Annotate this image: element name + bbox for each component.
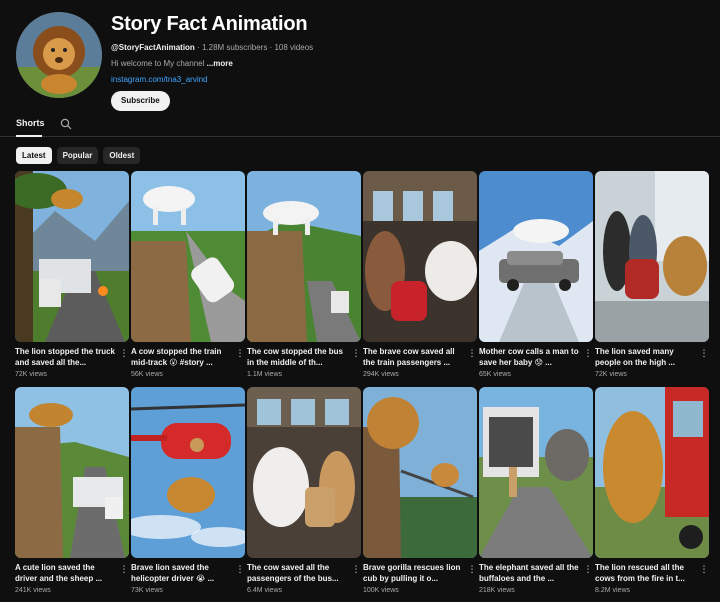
- lion-people-thumbnail: [595, 171, 709, 342]
- cow-bus-thumbnail: [247, 171, 361, 342]
- tab-shorts[interactable]: Shorts: [16, 118, 45, 128]
- subscribe-button[interactable]: Subscribe: [111, 91, 170, 111]
- lion-truck-thumbnail: [15, 171, 129, 342]
- lion-truck-sheep-thumbnail: [15, 387, 129, 558]
- short-thumbnail[interactable]: [363, 387, 477, 558]
- short-views: 56K views: [131, 371, 163, 378]
- channel-link[interactable]: instagram.com/tna3_arvind: [111, 75, 313, 85]
- short-card[interactable]: The lion stopped the truck and saved all…: [15, 171, 129, 379]
- short-thumbnail[interactable]: [595, 171, 709, 342]
- short-views: 294K views: [363, 371, 399, 378]
- more-vert-icon[interactable]: ⋮: [351, 347, 361, 359]
- short-title[interactable]: The lion stopped the truck and saved all…: [15, 346, 129, 368]
- short-views: 8.2M views: [595, 587, 631, 594]
- short-title[interactable]: Brave lion saved the helicopter driver 😭…: [131, 562, 245, 584]
- more-vert-icon[interactable]: ⋮: [351, 563, 361, 575]
- chip-popular[interactable]: Popular: [56, 147, 99, 164]
- channel-info: Story Fact Animation @StoryFactAnimation…: [111, 12, 313, 111]
- channel-name: Story Fact Animation: [111, 13, 308, 35]
- short-title[interactable]: The cow saved all the passengers of the …: [247, 562, 361, 584]
- channel-avatar[interactable]: [16, 12, 102, 98]
- more-vert-icon[interactable]: ⋮: [699, 563, 709, 575]
- chip-latest[interactable]: Latest: [16, 147, 52, 164]
- more-link[interactable]: ...more: [207, 59, 233, 68]
- short-title[interactable]: The cow stopped the bus in the middle of…: [247, 346, 361, 368]
- short-thumbnail[interactable]: [247, 387, 361, 558]
- short-card[interactable]: Mother cow calls a man to save her baby …: [479, 171, 593, 379]
- lion-fire-truck-thumbnail: [595, 387, 709, 558]
- video-count: 108 videos: [274, 43, 314, 52]
- short-title[interactable]: Mother cow calls a man to save her baby …: [479, 346, 593, 368]
- meta-separator: ·: [269, 43, 273, 52]
- cow-train-passengers-thumbnail: [363, 171, 477, 342]
- short-card[interactable]: Brave lion saved the helicopter driver 😭…: [131, 387, 245, 595]
- cow-bus-passengers-thumbnail: [247, 387, 361, 558]
- short-views: 1.1M views: [247, 371, 283, 378]
- tab-active-indicator: [16, 135, 42, 137]
- short-thumbnail[interactable]: [247, 171, 361, 342]
- short-title[interactable]: The elephant saved all the buffaloes and…: [479, 562, 593, 584]
- short-card[interactable]: A cute lion saved the driver and the she…: [15, 387, 129, 595]
- short-title[interactable]: The brave cow saved all the train passen…: [363, 346, 477, 368]
- more-vert-icon[interactable]: ⋮: [699, 347, 709, 359]
- elephant-buffaloes-thumbnail: [479, 387, 593, 558]
- short-views: 218K views: [479, 587, 515, 594]
- short-thumbnail[interactable]: [15, 171, 129, 342]
- short-thumbnail[interactable]: [363, 171, 477, 342]
- search-icon[interactable]: [60, 118, 72, 130]
- short-views: 6.4M views: [247, 587, 283, 594]
- channel-header: Story Fact Animation @StoryFactAnimation…: [16, 12, 706, 111]
- lion-helicopter-thumbnail: [131, 387, 245, 558]
- more-vert-icon[interactable]: ⋮: [583, 563, 593, 575]
- sort-chips: Latest Popular Oldest: [16, 145, 145, 164]
- more-vert-icon[interactable]: ⋮: [467, 347, 477, 359]
- short-title[interactable]: The lion saved many people on the high .…: [595, 346, 709, 368]
- more-vert-icon[interactable]: ⋮: [235, 563, 245, 575]
- short-card[interactable]: The cow saved all the passengers of the …: [247, 387, 361, 595]
- short-title[interactable]: A cute lion saved the driver and the she…: [15, 562, 129, 584]
- subscriber-count: 1.28M subscribers: [201, 43, 268, 52]
- short-thumbnail[interactable]: [15, 387, 129, 558]
- short-views: 100K views: [363, 587, 399, 594]
- short-thumbnail[interactable]: [479, 171, 593, 342]
- short-views: 72K views: [595, 371, 627, 378]
- short-card[interactable]: A cow stopped the train mid-track 😮 #sto…: [131, 171, 245, 379]
- channel-tabs: Shorts: [0, 113, 720, 137]
- short-thumbnail[interactable]: [131, 171, 245, 342]
- short-card[interactable]: The lion rescued all the cows from the f…: [595, 387, 709, 595]
- short-thumbnail[interactable]: [131, 387, 245, 558]
- short-thumbnail[interactable]: [595, 387, 709, 558]
- short-card[interactable]: The brave cow saved all the train passen…: [363, 171, 477, 379]
- chip-oldest[interactable]: Oldest: [103, 147, 141, 164]
- cow-train-thumbnail: [131, 171, 245, 342]
- channel-description[interactable]: Hi welcome to My channel ...more: [111, 59, 313, 69]
- short-title[interactable]: The lion rescued all the cows from the f…: [595, 562, 709, 584]
- channel-handle: @StoryFactAnimation: [111, 43, 195, 52]
- short-card[interactable]: The elephant saved all the buffaloes and…: [479, 387, 593, 595]
- short-views: 72K views: [15, 371, 47, 378]
- more-vert-icon[interactable]: ⋮: [583, 347, 593, 359]
- short-title[interactable]: Brave gorilla rescues lion cub by pullin…: [363, 562, 477, 584]
- short-title[interactable]: A cow stopped the train mid-track 😮 #sto…: [131, 346, 245, 368]
- meta-separator: ·: [197, 43, 200, 52]
- more-vert-icon[interactable]: ⋮: [119, 563, 129, 575]
- lion-avatar-icon: [16, 12, 102, 98]
- more-vert-icon[interactable]: ⋮: [235, 347, 245, 359]
- short-card[interactable]: The cow stopped the bus in the middle of…: [247, 171, 361, 379]
- gorilla-lion-cub-thumbnail: [363, 387, 477, 558]
- short-thumbnail[interactable]: [479, 387, 593, 558]
- channel-meta: @StoryFactAnimation · 1.28M subscribers …: [111, 43, 313, 53]
- more-vert-icon[interactable]: ⋮: [467, 563, 477, 575]
- more-vert-icon[interactable]: ⋮: [119, 347, 129, 359]
- short-views: 73K views: [131, 587, 163, 594]
- short-views: 241K views: [15, 587, 51, 594]
- short-card[interactable]: Brave gorilla rescues lion cub by pullin…: [363, 387, 477, 595]
- short-card[interactable]: The lion saved many people on the high .…: [595, 171, 709, 379]
- short-views: 65K views: [479, 371, 511, 378]
- description-text: Hi welcome to My channel: [111, 59, 207, 68]
- cow-car-thumbnail: [479, 171, 593, 342]
